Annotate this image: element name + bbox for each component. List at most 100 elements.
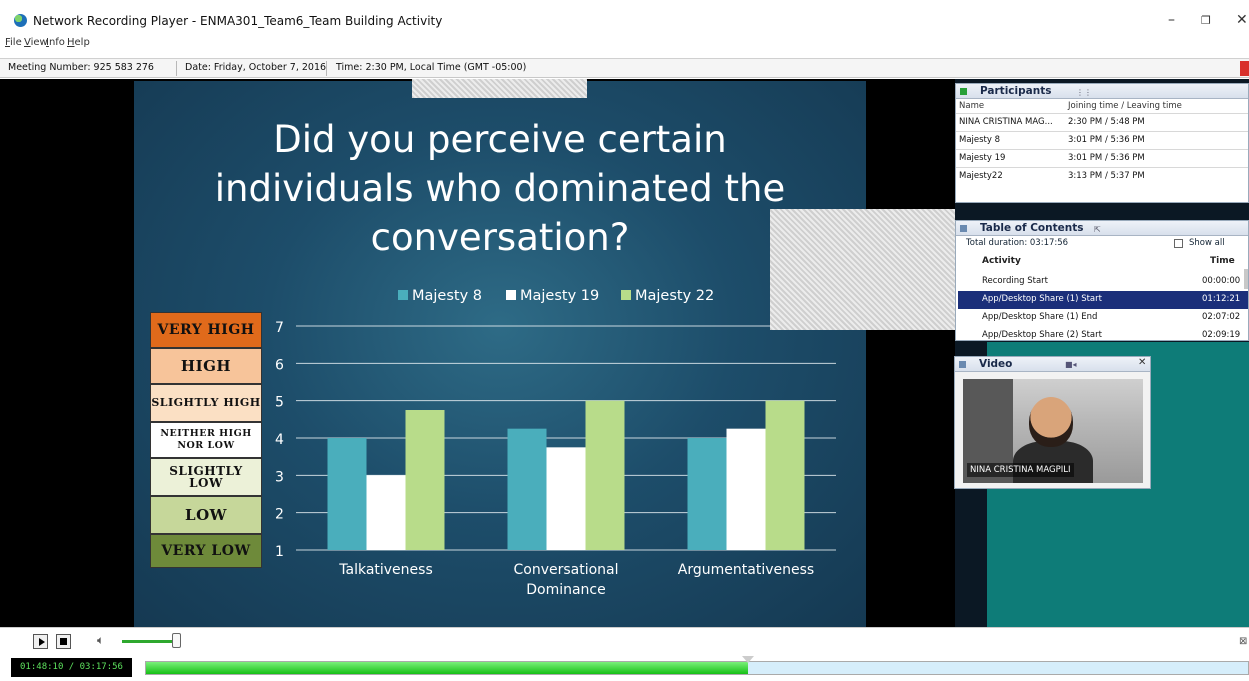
stop-button[interactable] [56,634,71,649]
screen-share-gap [770,209,955,330]
bar [507,428,547,550]
toc-activity: Recording Start [982,276,1048,286]
show-all-checkbox[interactable] [1174,239,1183,248]
close-icon[interactable]: ✕ [1236,12,1248,28]
participant-name: Majesty22 [959,171,1003,181]
menu-info[interactable]: Info [46,37,65,48]
participant-row[interactable]: Majesty 19 3:01 PM / 5:36 PM [956,149,1248,167]
minimize-icon[interactable]: – [1168,12,1175,28]
scale-level: HIGH [150,348,262,384]
table-of-contents-panel: Table of Contents ⇱ Total duration: 03:1… [955,220,1249,341]
y-tick-label: 6 [275,357,284,373]
legend-label: Majesty 19 [520,288,599,304]
y-tick-label: 5 [275,395,284,411]
scrollbar[interactable] [1244,269,1248,289]
divider [176,61,177,76]
bar [687,438,727,550]
scale-level: VERY HIGH [150,312,262,348]
toc-time: 01:12:21 [1202,294,1241,304]
panel-header[interactable]: Participants ⋮⋮ [956,84,1248,99]
legend-label: Majesty 8 [412,288,482,304]
camera-icon[interactable]: ■◂ [1065,360,1077,369]
legend-swatch [621,290,631,300]
video-participant-name: NINA CRISTINA MAGPILI [967,463,1074,477]
progress-handle[interactable] [742,656,755,663]
scale-level: SLIGHTLY HIGH [150,384,262,422]
participant-name: NINA CRISTINA MAG... [959,117,1053,127]
legend-swatch [398,290,408,300]
x-tick-label: Dominance [526,582,606,598]
play-button[interactable] [33,634,48,649]
bar [726,428,766,550]
bar [546,447,586,550]
screen-share-gap [412,79,587,98]
panel-title: Table of Contents [980,222,1084,234]
legend-label: Majesty 22 [635,288,714,304]
total-duration: Total duration: 03:17:56 [966,238,1069,248]
bar [585,400,625,550]
menu-file[interactable]: File [5,37,22,48]
title-bar: Network Recording Player - ENMA301_Team6… [0,0,1249,34]
menu-label: nfo [48,37,65,48]
video-panel: Video ■◂ ✕ NINA CRISTINA MAGPILI [954,356,1151,489]
speaker-icon[interactable]: 🔈︎ [97,633,104,648]
toc-row[interactable]: App/Desktop Share (1) End 02:07:02 [958,309,1248,327]
column-header-activity[interactable]: Activity [982,256,1021,266]
menu-view[interactable]: View [24,37,48,48]
x-tick-label: Argumentativeness [678,562,814,578]
y-tick-label: 2 [275,507,284,523]
divider [326,61,327,76]
y-tick-label: 1 [275,544,284,560]
x-tick-label: Talkativeness [338,562,433,578]
toc-row[interactable]: App/Desktop Share (1) Start 01:12:21 [958,291,1248,309]
y-tick-label: 4 [275,432,284,448]
menu-label: ile [10,37,22,48]
playback-progress-bar[interactable] [145,656,1249,675]
participant-row[interactable]: Majesty 8 3:01 PM / 5:36 PM [956,131,1248,149]
menu-help[interactable]: Help [67,37,90,48]
volume-slider[interactable] [122,640,177,643]
scale-level: LOW [150,496,262,534]
menu-bar: File View Info Help [0,34,1249,56]
participant-name: Majesty 8 [959,135,1001,145]
participant-time: 3:01 PM / 5:36 PM [1068,153,1145,163]
close-icon[interactable]: ✕ [1138,357,1146,368]
panel-title: Participants [980,85,1052,97]
panel-header[interactable]: Table of Contents ⇱ [956,221,1248,236]
menu-label: elp [74,37,90,48]
panel-title: Video [979,358,1013,370]
fullscreen-icon[interactable]: ⊠ [1239,636,1247,647]
meeting-time: Time: 2:30 PM, Local Time (GMT -05:00) [336,62,527,73]
bar [327,438,367,550]
meeting-info-bar: Meeting Number: 925 583 276 Date: Friday… [0,58,1249,78]
scale-level: VERY LOW [150,534,262,568]
restore-icon[interactable]: ❐ [1201,14,1211,27]
column-header-name[interactable]: Name [959,101,984,111]
participant-time: 3:13 PM / 5:37 PM [1068,171,1145,181]
participant-row[interactable]: Majesty22 3:13 PM / 5:37 PM [956,167,1248,185]
progress-fill [146,662,749,674]
toc-row[interactable]: App/Desktop Share (2) Start 02:09:19 [958,327,1248,345]
x-tick-label: Conversational [513,562,618,578]
volume-slider-handle[interactable] [172,633,181,648]
rating-scale: VERY HIGH HIGH SLIGHTLY HIGH NEITHER HIGH N… [150,312,262,568]
playback-time: 01:48:10 / 03:17:56 [11,658,132,677]
toc-time: 02:09:19 [1202,330,1241,340]
participant-row[interactable]: NINA CRISTINA MAG... 2:30 PM / 5:48 PM [956,113,1248,131]
record-indicator-icon [1240,61,1249,76]
menu-mnemonic: V [24,37,31,48]
video-panel-icon [959,361,966,368]
toc-activity: App/Desktop Share (2) Start [982,330,1102,340]
legend-swatch [506,290,516,300]
column-header-time[interactable]: Time [1210,256,1235,266]
scale-level: SLIGHTLY LOW [150,458,262,496]
column-header-time[interactable]: Joining time / Leaving time [1068,101,1182,111]
panel-grip-icon[interactable]: ⋮⋮ [1076,88,1092,97]
participants-panel: Participants ⋮⋮ Name Joining time / Leav… [955,83,1249,203]
panel-header[interactable]: Video ■◂ ✕ [955,357,1150,372]
participants-icon [960,88,967,95]
video-person-face [1029,397,1073,447]
toc-activity: App/Desktop Share (1) End [982,312,1098,322]
show-all-label[interactable]: Show all [1189,238,1225,248]
toc-row[interactable]: Recording Start 00:00:00 [958,273,1248,291]
